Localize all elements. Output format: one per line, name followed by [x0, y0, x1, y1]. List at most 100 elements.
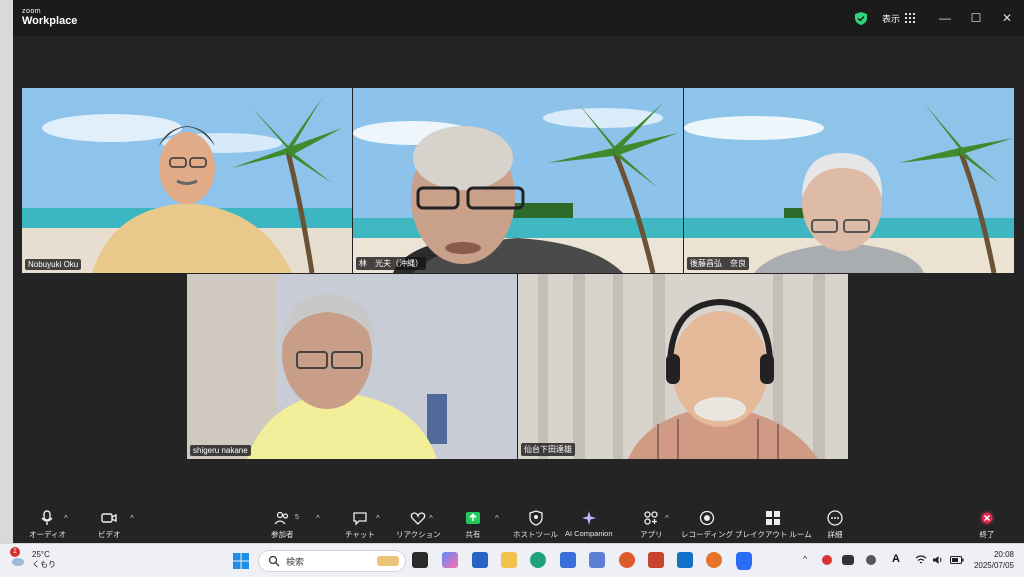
word-icon[interactable] [472, 552, 488, 568]
audio-button[interactable]: オーディオ [29, 510, 66, 540]
participants-count: 5 [295, 514, 299, 521]
outlook-icon[interactable] [677, 552, 693, 568]
taskbar-search[interactable]: 検索 [258, 550, 406, 572]
video-camera-icon [101, 513, 117, 523]
reactions-label: リアクション [396, 530, 441, 539]
zoom-window: zoom Workplace 表示 — ☐ ✕ Nobuyuki Oku 林 光… [13, 0, 1024, 543]
chat-button[interactable]: チャット [345, 510, 375, 540]
title-bar: zoom Workplace 表示 — ☐ ✕ [13, 0, 1024, 36]
file-explorer-icon[interactable] [501, 552, 517, 568]
participants-options-caret[interactable]: ^ [316, 514, 320, 523]
end-label: 終了 [979, 530, 995, 539]
reactions-options-caret[interactable]: ^ [429, 514, 433, 523]
ime-indicator[interactable]: A [892, 553, 900, 565]
cloud-icon [12, 558, 24, 566]
meeting-toolbar: オーディオ ^ ビデオ ^ 参加者 5 ^ チャット ^ リアクション ^ 共有… [13, 500, 1024, 543]
powerpoint-icon[interactable] [648, 552, 664, 568]
microphone-icon [41, 510, 54, 525]
volume-icon[interactable] [932, 555, 944, 565]
apps-button[interactable]: アプリ [640, 510, 663, 540]
share-button[interactable]: 共有 [465, 510, 481, 540]
apps-options-caret[interactable]: ^ [665, 514, 669, 523]
recording-button[interactable]: レコーディング [681, 510, 733, 540]
task-view-icon[interactable] [412, 552, 428, 568]
host-tools-button[interactable]: ホストツール [513, 510, 558, 540]
participants-icon [274, 511, 289, 525]
share-options-caret[interactable]: ^ [495, 514, 499, 523]
wifi-icon[interactable] [915, 555, 927, 565]
zoom-logo: zoom Workplace [22, 8, 77, 27]
brand-small: zoom [22, 8, 42, 15]
curtain-background [518, 274, 848, 459]
room-background [187, 274, 517, 459]
video-options-caret[interactable]: ^ [130, 514, 134, 523]
copilot-icon[interactable] [442, 552, 458, 568]
system-clock[interactable]: 20:08 2025/07/05 [974, 549, 1014, 571]
battery-icon[interactable] [950, 555, 964, 565]
chat-icon [353, 512, 367, 526]
video-tile-3[interactable]: 後藤昌弘 奈良 [684, 88, 1014, 273]
edge-icon[interactable] [530, 552, 546, 568]
windows-taskbar: 1 25°C くもり 検索 ^ A 20:08 2025/07/05 [0, 543, 1024, 577]
app-icon-fox[interactable] [706, 552, 722, 568]
participants-label: 参加者 [271, 530, 294, 539]
share-screen-icon [466, 512, 480, 524]
windows-start-icon[interactable] [233, 553, 249, 569]
audio-options-caret[interactable]: ^ [64, 514, 68, 523]
participant-name-1: Nobuyuki Oku [25, 259, 82, 270]
video-tile-5[interactable]: 仙台下田達雄 [518, 274, 848, 459]
app-icon-orange[interactable] [619, 552, 635, 568]
chat-options-caret[interactable]: ^ [376, 514, 380, 523]
audio-label: オーディオ [29, 530, 66, 539]
chat-label: チャット [345, 530, 375, 539]
zoom-taskbar-icon[interactable] [736, 552, 752, 568]
shield-check-icon [855, 11, 867, 25]
shield-icon [528, 510, 543, 526]
end-meeting-button[interactable]: 終了 [979, 510, 995, 540]
tray-icon-generic[interactable] [866, 555, 876, 565]
tray-overflow-chevron[interactable]: ^ [803, 554, 807, 564]
beach-background [684, 88, 1014, 273]
search-placeholder: 検索 [286, 556, 305, 567]
more-icon [827, 510, 843, 526]
maximize-button[interactable]: ☐ [966, 8, 986, 28]
grid-icon [905, 13, 916, 23]
recording-label: レコーディング [681, 530, 733, 539]
video-tile-4[interactable]: shigeru nakane [187, 274, 517, 459]
participant-name-5: 仙台下田達雄 [521, 443, 575, 456]
record-icon [699, 510, 715, 526]
video-button[interactable]: ビデオ [98, 510, 121, 540]
ai-companion-button[interactable]: AI Companion [565, 510, 613, 538]
temperature: 25°C [32, 550, 50, 559]
tray-icon-network[interactable] [842, 555, 854, 565]
reactions-button[interactable]: リアクション [396, 510, 441, 540]
tray-icon-red[interactable] [822, 555, 832, 565]
app-icon[interactable] [589, 552, 605, 568]
participant-name-4: shigeru nakane [190, 445, 251, 456]
breakout-rooms-button[interactable]: ブレイクアウト ルーム [735, 510, 812, 540]
share-label: 共有 [465, 530, 481, 539]
close-button[interactable]: ✕ [997, 8, 1017, 28]
participants-button[interactable]: 参加者 [271, 510, 294, 540]
video-tile-1[interactable]: Nobuyuki Oku [22, 88, 352, 273]
clock-date: 2025/07/05 [973, 561, 1014, 570]
breakout-grid-icon [766, 511, 781, 525]
store-icon[interactable] [560, 552, 576, 568]
weather-text: くもり [32, 560, 56, 569]
video-tile-2[interactable]: 林 光夫（沖縄） [353, 88, 683, 273]
view-button[interactable]: 表示 [855, 10, 916, 26]
beach-background [353, 88, 683, 273]
weather-widget[interactable]: 1 25°C くもり [10, 547, 56, 570]
view-label: 表示 [882, 13, 901, 24]
minimize-button[interactable]: — [935, 8, 955, 28]
participant-name-3: 後藤昌弘 奈良 [687, 257, 749, 270]
participant-name-2: 林 光夫（沖縄） [356, 257, 426, 270]
sparkle-icon [581, 511, 596, 525]
apps-label: アプリ [640, 530, 663, 539]
search-icon [268, 555, 280, 567]
end-x-icon [979, 510, 995, 526]
more-button[interactable]: 詳細 [827, 510, 843, 540]
search-highlight-icon [377, 556, 399, 566]
breakout-label: ブレイクアウト ルーム [735, 530, 812, 539]
host-tools-label: ホストツール [513, 530, 558, 539]
